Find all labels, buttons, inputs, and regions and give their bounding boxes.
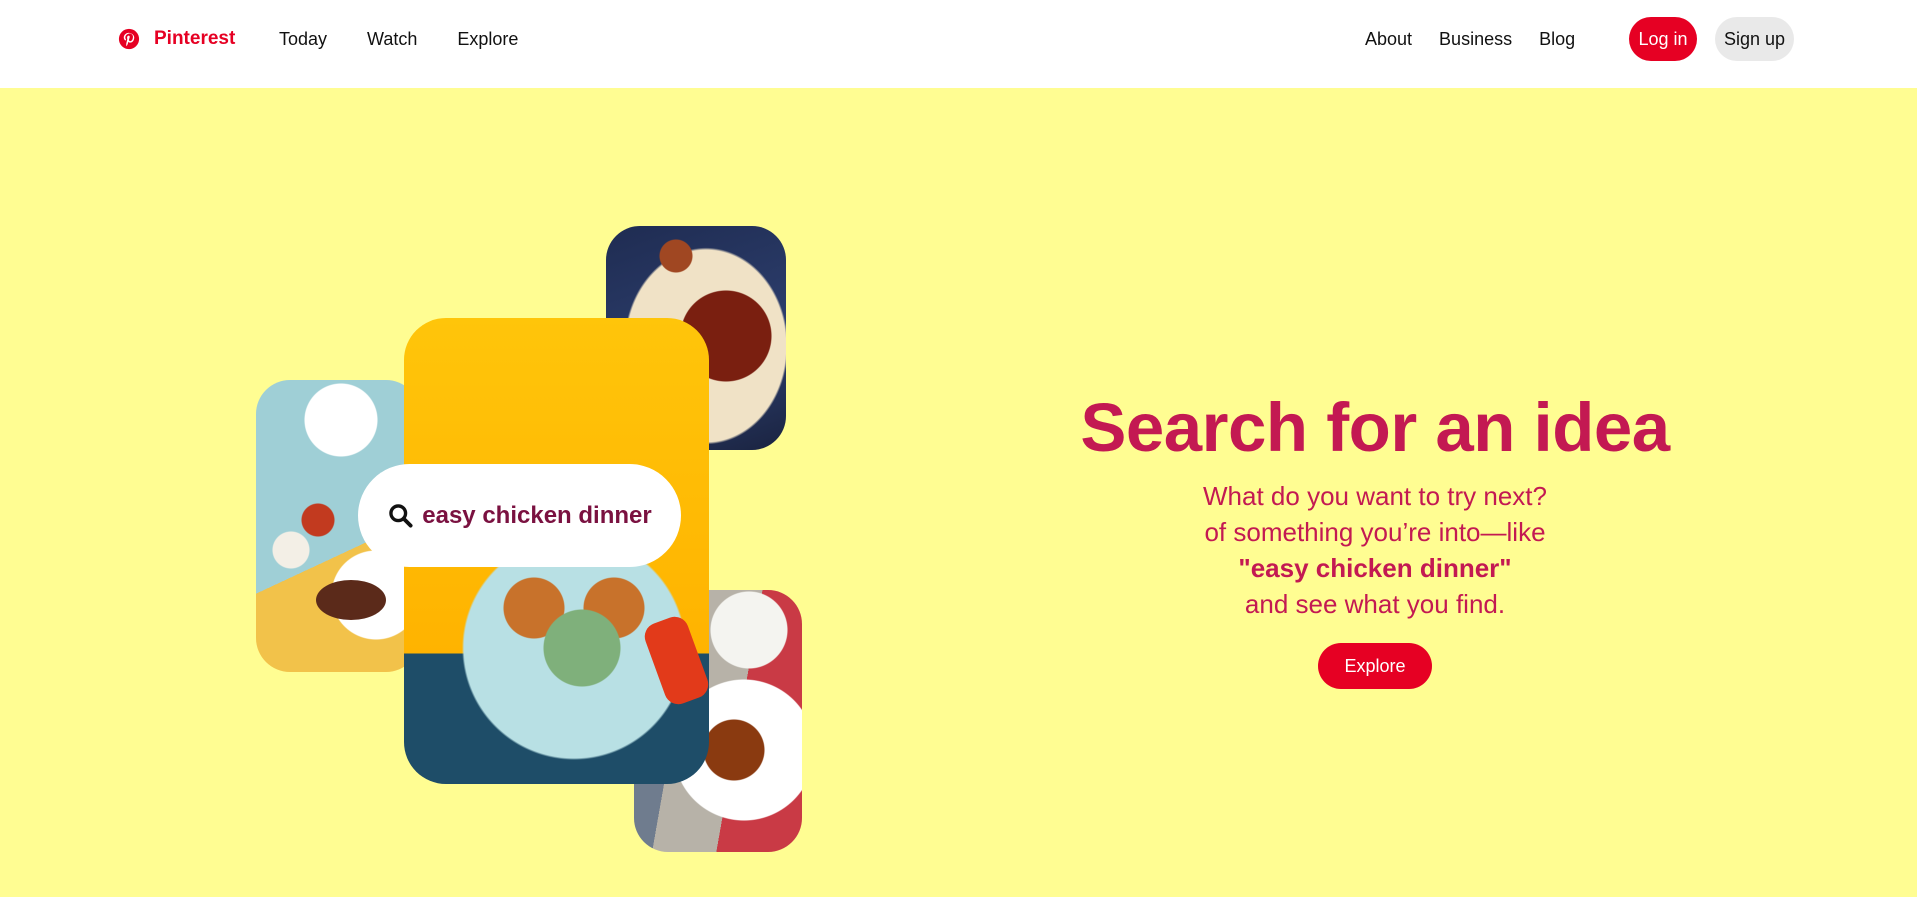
login-button[interactable]: Log in (1629, 17, 1697, 61)
pinterest-logo-icon (118, 28, 140, 50)
nav-blog-link[interactable]: Blog (1539, 27, 1575, 51)
primary-nav: Today Watch Explore (279, 27, 518, 51)
hero-line-3: "easy chicken dinner" (1238, 553, 1512, 583)
explore-button[interactable]: Explore (1318, 643, 1432, 689)
top-navigation-bar: Pinterest Today Watch Explore About Busi… (0, 0, 1917, 88)
brand-name: Pinterest (154, 28, 236, 49)
hero-line-1: What do you want to try next? (1203, 481, 1547, 511)
hero-section: Search for an idea What do you want to t… (1060, 390, 1690, 689)
example-search-query: easy chicken dinner (422, 501, 652, 529)
hero-title: Search for an idea (1080, 389, 1670, 466)
hero-line-4: and see what you find. (1244, 589, 1506, 619)
nav-business-link[interactable]: Business (1439, 27, 1512, 51)
nav-explore-link[interactable]: Explore (457, 27, 518, 51)
pinterest-home-link[interactable]: Pinterest (118, 26, 235, 52)
secondary-nav: About Business Blog (1365, 27, 1575, 51)
nav-about-link[interactable]: About (1365, 27, 1412, 51)
hero-description: What do you want to try next? of somethi… (1060, 478, 1690, 622)
hero-line-2: of something you’re into—like (1204, 517, 1546, 547)
example-search-pill: easy chicken dinner (358, 464, 681, 567)
nav-today-link[interactable]: Today (279, 27, 327, 51)
nav-watch-link[interactable]: Watch (367, 27, 417, 51)
signup-button[interactable]: Sign up (1715, 17, 1794, 61)
search-icon (389, 504, 413, 528)
